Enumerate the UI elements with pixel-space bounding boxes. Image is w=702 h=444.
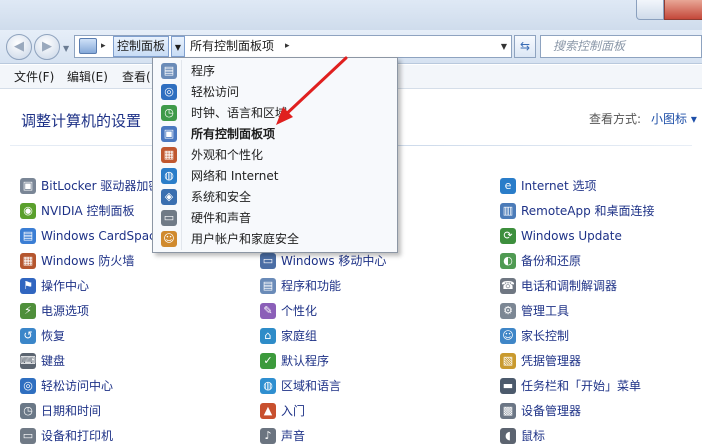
personalize-icon: ✎ <box>260 303 276 319</box>
breadcrumb-separator-icon[interactable]: ▸ <box>101 36 106 57</box>
back-button[interactable]: ◀ <box>6 34 32 60</box>
printer-icon: ▭ <box>161 210 177 226</box>
phone-icon: ☎ <box>500 278 516 294</box>
address-bar[interactable]: ▸ 控制面板 ▼ 所有控制面板项 ▸ ▼ <box>74 35 512 58</box>
dropdown-item-network[interactable]: ◍ 网络和 Internet <box>155 166 395 187</box>
breadcrumb-control-panel[interactable]: 控制面板 <box>113 36 170 57</box>
windows-update-icon: ⟳ <box>500 228 516 244</box>
internet-icon: e <box>500 178 516 194</box>
bitlocker-icon: ▣ <box>20 178 36 194</box>
programs-icon: ▤ <box>161 63 177 79</box>
remoteapp-icon: ▥ <box>500 203 516 219</box>
breadcrumb-dropdown-menu: ▤ 程序 ◎ 轻松访问 ◷ 时钟、语言和区域 ▣ 所有控制面板项 ▦ 外观和个性化 ◍ 网络… <box>152 57 398 253</box>
printer-icon: ▭ <box>20 428 36 444</box>
menu-file[interactable]: 文件(F) <box>14 65 54 89</box>
dropdown-item-hardware-sound[interactable]: ▭ 硬件和声音 <box>155 208 395 229</box>
homegroup-icon: ⌂ <box>260 328 276 344</box>
cardspace-icon: ▤ <box>20 228 36 244</box>
breadcrumb-separator-icon[interactable]: ▸ <box>285 36 290 57</box>
address-history-dropdown-icon[interactable]: ▼ <box>501 36 507 57</box>
title-bar <box>0 0 702 30</box>
mouse-icon: ◖ <box>500 428 516 444</box>
credential-icon: ▧ <box>500 353 516 369</box>
search-input[interactable]: 搜索控制面板 <box>540 35 702 58</box>
appearance-icon: ▦ <box>161 147 177 163</box>
flag-icon: ⚑ <box>20 278 36 294</box>
dropdown-item-all-items[interactable]: ▣ 所有控制面板项 <box>155 124 395 145</box>
ease-of-access-icon: ◎ <box>20 378 36 394</box>
default-programs-icon: ✓ <box>260 353 276 369</box>
security-icon: ◈ <box>161 189 177 205</box>
view-by-label: 查看方式: <box>589 112 642 126</box>
recent-pages-dropdown-icon[interactable]: ▼ <box>63 44 69 53</box>
keyboard-icon: ⌨ <box>20 353 36 369</box>
dropdown-item-ease-of-access[interactable]: ◎ 轻松访问 <box>155 82 395 103</box>
parental-control-icon: ☺ <box>500 328 516 344</box>
admin-tools-icon: ⚙ <box>500 303 516 319</box>
close-button[interactable] <box>664 0 702 20</box>
dropdown-item-appearance[interactable]: ▦ 外观和个性化 <box>155 145 395 166</box>
users-icon: ☺ <box>161 231 177 247</box>
programs-icon: ▤ <box>260 278 276 294</box>
dropdown-item-system-security[interactable]: ◈ 系统和安全 <box>155 187 395 208</box>
forward-button[interactable]: ▶ <box>34 34 60 60</box>
taskbar-icon: ▬ <box>500 378 516 394</box>
maximize-button[interactable] <box>636 0 664 20</box>
device-manager-icon: ▩ <box>500 403 516 419</box>
ease-of-access-icon: ◎ <box>161 84 177 100</box>
page-title: 调整计算机的设置 <box>21 112 142 130</box>
nvidia-icon: ◉ <box>20 203 36 219</box>
backup-icon: ◐ <box>500 253 516 269</box>
refresh-icon[interactable]: ⇆ <box>514 35 536 58</box>
dropdown-item-clock-language[interactable]: ◷ 时钟、语言和区域 <box>155 103 395 124</box>
firewall-icon: ▦ <box>20 253 36 269</box>
control-panel-icon: ▣ <box>161 126 177 142</box>
menu-edit[interactable]: 编辑(E) <box>67 65 108 89</box>
recovery-icon: ↺ <box>20 328 36 344</box>
view-by-dropdown[interactable]: 小图标 ▾ <box>651 110 697 127</box>
dropdown-item-user-accounts[interactable]: ☺ 用户帐户和家庭安全 <box>155 229 395 250</box>
clock-icon: ◷ <box>20 403 36 419</box>
clock-globe-icon: ◷ <box>161 105 177 121</box>
mobility-icon: ▭ <box>260 253 276 269</box>
menu-view[interactable]: 查看( <box>122 65 151 89</box>
power-icon: ⚡ <box>20 303 36 319</box>
dropdown-item-programs[interactable]: ▤ 程序 <box>155 61 395 82</box>
breadcrumb-all-items[interactable]: 所有控制面板项 <box>187 36 277 57</box>
globe-icon: ◍ <box>260 378 276 394</box>
breadcrumb-dropdown-icon[interactable]: ▼ <box>171 36 185 57</box>
network-icon: ◍ <box>161 168 177 184</box>
getting-started-icon: ▲ <box>260 403 276 419</box>
speaker-icon: ♪ <box>260 428 276 444</box>
control-panel-icon <box>79 38 97 54</box>
